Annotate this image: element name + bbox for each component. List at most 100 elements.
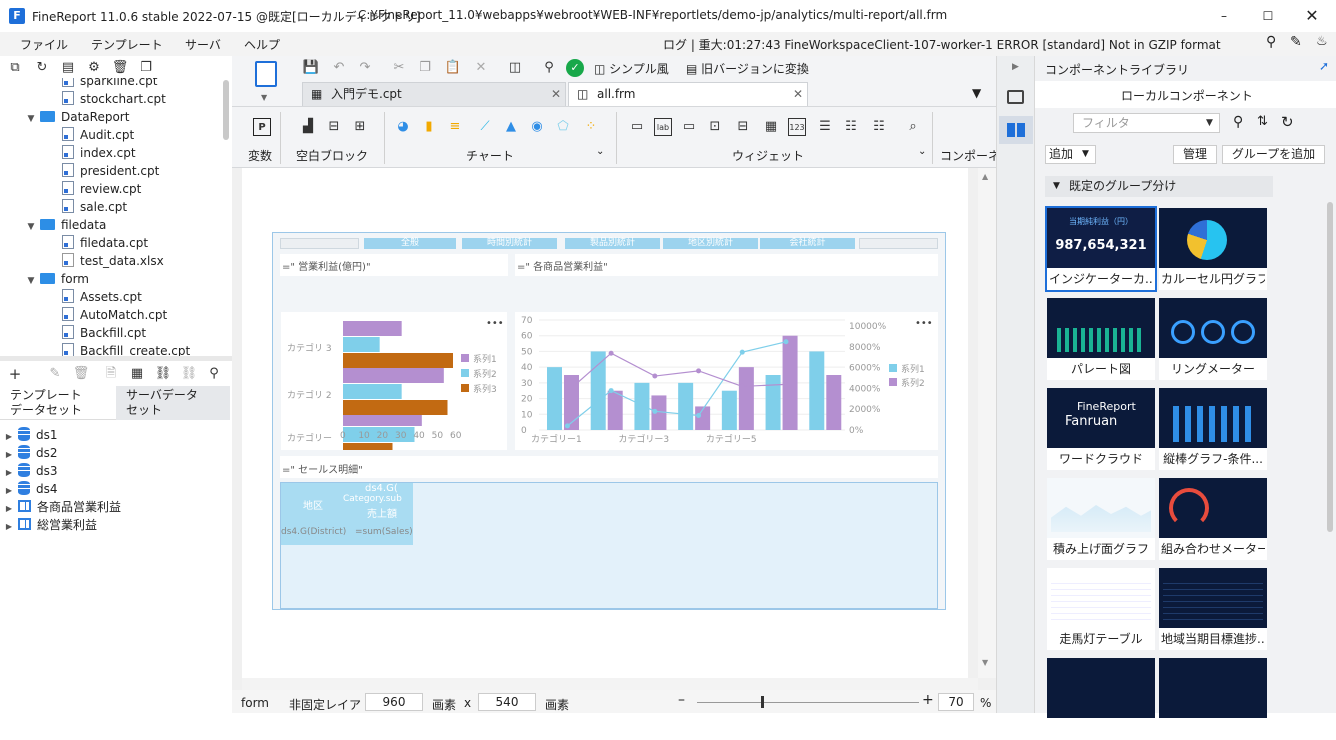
pie-chart-icon[interactable]: ◕ xyxy=(394,118,412,136)
simple-style-button[interactable]: ◫ シンプル風 xyxy=(594,60,669,77)
vertical-scrollbar[interactable]: ▲ ▼ xyxy=(978,168,996,678)
list-icon[interactable]: ☷ xyxy=(870,118,888,136)
tree-file[interactable]: stockchart.cpt xyxy=(62,90,166,108)
tab-intro-demo[interactable]: ▦ 入門デモ.cpt ✕ xyxy=(302,82,566,106)
chart2-bar[interactable] xyxy=(721,390,737,430)
paste-icon[interactable]: 📋 xyxy=(444,59,462,77)
menu-file[interactable]: ファイル xyxy=(20,36,68,53)
delete-toolbar-icon[interactable]: ✕ xyxy=(472,59,490,77)
chart2-bar[interactable] xyxy=(590,351,606,430)
parameter-icon[interactable]: P xyxy=(253,118,271,136)
tree-folder[interactable]: ▼ form xyxy=(26,270,89,288)
textbox-icon[interactable]: ▭ xyxy=(628,118,646,136)
connection-icon[interactable]: ⛓ xyxy=(180,365,198,383)
component-card[interactable]: 地域当期目標進捗... xyxy=(1159,568,1267,650)
edit-icon[interactable]: ✎ xyxy=(46,365,64,383)
search-dataset-icon[interactable]: ⚲ xyxy=(205,365,223,383)
chart2-line-point[interactable] xyxy=(564,423,570,429)
width-input[interactable]: 960 xyxy=(365,693,423,711)
widget-group-chevron-icon[interactable]: ⌄ xyxy=(918,146,926,157)
absolute-block-icon[interactable]: ▟ xyxy=(299,118,317,136)
dataset-settings-icon[interactable]: ▦ xyxy=(128,365,146,383)
minimize-button[interactable]: – xyxy=(1214,6,1234,26)
tab-menu-icon[interactable]: ▼ xyxy=(972,86,981,100)
report-nav-button[interactable]: 会社統計 xyxy=(760,238,855,249)
tree-file[interactable]: Backfill.cpt xyxy=(62,324,146,342)
tab-all-frm[interactable]: ◫ all.frm ✕ xyxy=(568,82,808,106)
label-icon[interactable]: lab xyxy=(654,118,672,136)
chart1-bar[interactable] xyxy=(343,443,393,450)
component-card[interactable]: 当期純利益（円） 987,654,321 インジケーターカ... xyxy=(1045,206,1157,292)
tab-template-dataset[interactable]: テンプレート データセット xyxy=(0,386,116,420)
menu-help[interactable]: ヘルプ xyxy=(244,36,280,53)
tree-widget-icon[interactable]: ⌕ xyxy=(904,118,922,136)
chart2-line-point[interactable] xyxy=(783,339,789,345)
template-params-icon[interactable]: ◫ xyxy=(506,59,524,77)
chart2-line-point[interactable] xyxy=(608,388,614,394)
report-nav-button[interactable]: 全般 xyxy=(364,238,456,249)
library-scrollbar[interactable] xyxy=(1327,202,1333,532)
grid-block-icon[interactable]: ⊞ xyxy=(351,118,369,136)
chart2-line-point[interactable] xyxy=(739,383,745,389)
dropdown-arrow-icon[interactable]: ▼ xyxy=(261,93,267,102)
chevron-down-icon[interactable]: ▼ xyxy=(26,218,36,236)
scroll-up-icon[interactable]: ▲ xyxy=(982,172,988,181)
horizontal-scrollbar[interactable] xyxy=(242,678,978,690)
radio-group-icon[interactable]: ⊟ xyxy=(734,118,752,136)
redo-icon[interactable]: ↷ xyxy=(356,59,374,77)
tree-file[interactable]: index.cpt xyxy=(62,144,136,162)
sales-detail-table[interactable]: 地区 ds4.G( Category.sub 売上額 ds4.G(Distric… xyxy=(280,482,938,609)
textarea-icon[interactable]: ☰ xyxy=(816,118,834,136)
tree-file[interactable]: Backfill_create.cpt xyxy=(62,342,190,356)
dataset-item[interactable]: ▶ 総営業利益 xyxy=(4,516,97,534)
open-icon[interactable]: ▤ xyxy=(59,59,77,77)
chart1-bar[interactable] xyxy=(343,400,448,415)
scatter-chart-icon[interactable]: ⁘ xyxy=(582,118,600,136)
status-layout[interactable]: 非固定レイア xyxy=(289,696,361,713)
preview-toolbar-icon[interactable]: ⚲ xyxy=(540,59,558,77)
menu-server[interactable]: サーバ xyxy=(185,36,221,53)
component-card[interactable]: 縦棒グラフ-条件... xyxy=(1159,388,1267,470)
chart2-bar[interactable] xyxy=(809,351,825,430)
date-icon[interactable]: ▦ xyxy=(762,118,780,136)
chart2-bar[interactable] xyxy=(765,375,781,430)
expand-arrow-icon[interactable]: ▶ xyxy=(1012,62,1019,72)
tree-file[interactable]: Assets.cpt xyxy=(62,288,142,306)
tab-close-icon[interactable]: ✕ xyxy=(551,83,561,105)
tree-folder[interactable]: ▼ DataReport xyxy=(26,108,130,126)
split-block-icon[interactable]: ⊟ xyxy=(325,118,343,136)
dataset-item[interactable]: ▶ 各商品営業利益 xyxy=(4,498,121,516)
chevron-right-icon[interactable]: ▶ xyxy=(4,518,14,536)
component-card[interactable]: 積み上げ面グラフ xyxy=(1047,478,1155,560)
chart2-line-point[interactable] xyxy=(696,412,702,418)
cut-icon[interactable]: ✂ xyxy=(390,59,408,77)
area-chart-icon[interactable]: ▲ xyxy=(502,118,520,136)
database-icon[interactable]: ⛓ xyxy=(154,365,172,383)
notes-icon[interactable]: ✎ xyxy=(1290,34,1302,50)
button-widget-icon[interactable]: ▭ xyxy=(680,118,698,136)
chart2-line-point[interactable] xyxy=(696,368,702,374)
chart2-bar[interactable] xyxy=(547,367,562,430)
component-card[interactable]: FineReport Fanruan ワードクラウド xyxy=(1047,388,1155,470)
chart2-bar[interactable] xyxy=(634,382,650,430)
dataset-item[interactable]: ▶ ds4 xyxy=(4,480,58,498)
close-button[interactable]: ✕ xyxy=(1302,6,1322,26)
delete-dataset-icon[interactable]: 🗑 xyxy=(72,365,90,383)
product-profit-chart[interactable]: ••• 0 10 20 30 40 50 60 70 0% 2000% 4000% 6000% 8000%… xyxy=(515,280,938,450)
tree-folder[interactable]: ▼ filedata xyxy=(26,216,107,236)
chart1-bar[interactable] xyxy=(343,321,402,336)
delete-icon[interactable]: 🗑 xyxy=(111,59,129,77)
chart1-bar[interactable] xyxy=(343,353,453,368)
search-icon[interactable]: ⚲ xyxy=(1266,34,1276,50)
component-card[interactable]: リングメーター xyxy=(1159,298,1267,380)
tree-file[interactable]: test_data.xlsx xyxy=(62,252,164,270)
gauge-icon[interactable]: ◉ xyxy=(528,118,546,136)
radar-chart-icon[interactable]: ⬠ xyxy=(554,118,572,136)
chart2-bar[interactable] xyxy=(738,367,754,430)
chart2-bar[interactable] xyxy=(607,390,623,430)
settings-icon[interactable]: ⚙ xyxy=(85,59,103,77)
chart1-bar[interactable] xyxy=(343,337,380,352)
component-card[interactable] xyxy=(1047,658,1155,740)
zoom-in-button[interactable]: + xyxy=(922,692,934,708)
dataset-item[interactable]: ▶ ds3 xyxy=(4,462,58,480)
